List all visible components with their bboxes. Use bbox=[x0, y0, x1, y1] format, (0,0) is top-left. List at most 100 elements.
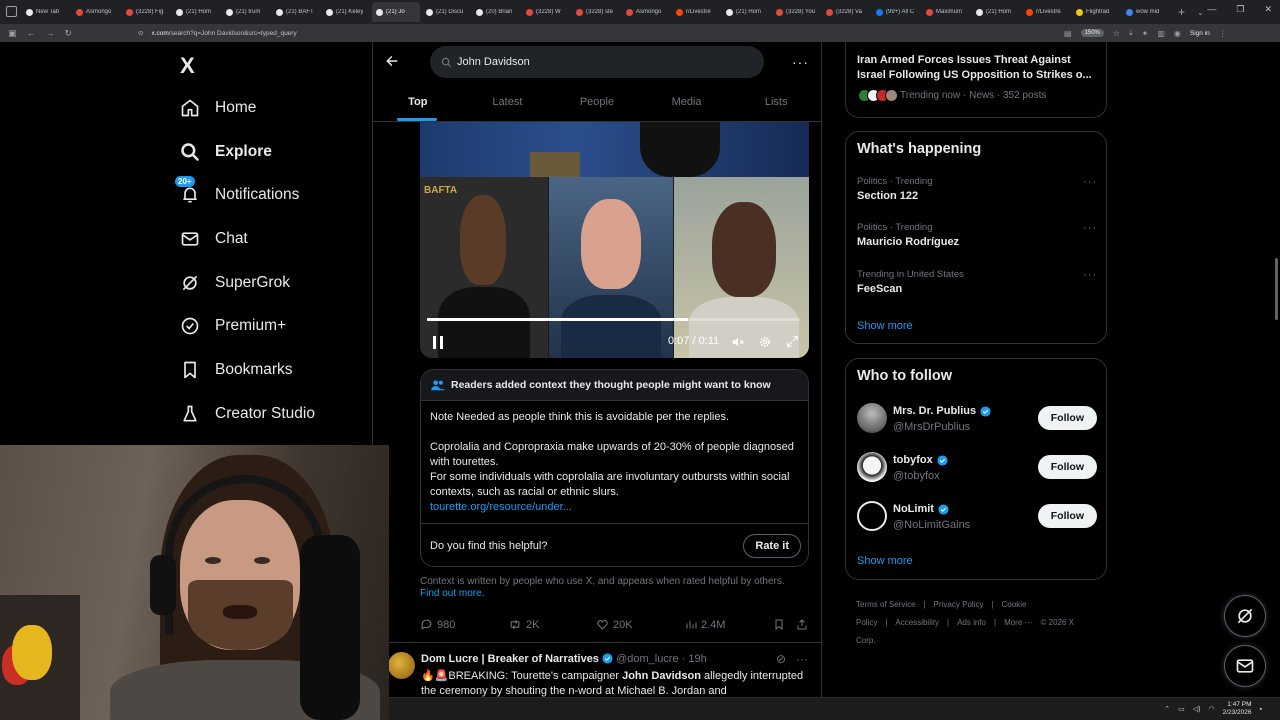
more-options-icon[interactable]: ··· bbox=[1083, 222, 1097, 234]
sidebar-item-notifications[interactable]: 20+ Notifications bbox=[175, 173, 370, 217]
url-field[interactable]: ⊙ x.com/search?q=John Davidson&src=typed… bbox=[134, 26, 1064, 40]
more-options-icon[interactable]: ··· bbox=[1083, 269, 1097, 281]
sidebar-item-bookmarks[interactable]: Bookmarks bbox=[180, 348, 370, 392]
browser-tab[interactable]: Maximum bbox=[922, 2, 970, 22]
follow-suggestion[interactable]: NoLimit @NoLimitGains Follow bbox=[857, 501, 1097, 537]
more-options-icon[interactable]: ··· bbox=[1083, 176, 1097, 188]
tab-people[interactable]: People bbox=[552, 88, 642, 121]
chevron-up-icon[interactable]: ⌃ bbox=[1164, 705, 1170, 713]
pause-icon[interactable] bbox=[432, 336, 444, 349]
avatar[interactable] bbox=[857, 452, 887, 482]
back-icon[interactable]: ← bbox=[27, 28, 36, 39]
follow-suggestion[interactable]: tobyfox @tobyfox Follow bbox=[857, 452, 1097, 488]
follow-button[interactable]: Follow bbox=[1037, 406, 1097, 430]
mute-icon[interactable] bbox=[731, 335, 745, 349]
fullscreen-icon[interactable] bbox=[786, 335, 799, 348]
footer-link[interactable]: Accessibility bbox=[895, 618, 939, 627]
video-player[interactable]: BAFTA 0:07 / 0:11 bbox=[420, 122, 809, 358]
browser-tab[interactable]: (21) BAFT bbox=[272, 2, 320, 22]
extensions-icon[interactable]: ✦ bbox=[1142, 29, 1149, 38]
sidebar-item-supergrok[interactable]: SuperGrok bbox=[180, 261, 370, 305]
maximize-icon[interactable]: ❐ bbox=[1236, 4, 1244, 15]
network-icon[interactable]: ▭ bbox=[1178, 705, 1185, 713]
find-out-more-link[interactable]: Find out more. bbox=[420, 588, 810, 600]
browser-tab[interactable]: wow mid bbox=[1122, 2, 1170, 22]
browser-tab[interactable]: (3228) ste bbox=[572, 2, 620, 22]
browser-menu-icon[interactable]: ⋮ bbox=[1219, 29, 1227, 38]
video-progress-bar[interactable] bbox=[427, 318, 800, 321]
share-button[interactable] bbox=[796, 618, 808, 631]
browser-tab[interactable]: (21) Discu bbox=[422, 2, 470, 22]
trend-item[interactable]: Politics · Trending Mauricio Rodríguez ·… bbox=[857, 222, 1097, 248]
footer-link[interactable]: Terms of Service bbox=[856, 600, 916, 609]
star-icon[interactable]: ☆ bbox=[1113, 29, 1120, 38]
sidebar-item-chat[interactable]: Chat bbox=[180, 217, 370, 261]
download-icon[interactable]: ⤓ bbox=[1129, 28, 1133, 38]
browser-tab[interactable]: (21) trum bbox=[222, 2, 270, 22]
browser-tab[interactable]: (99+) All C bbox=[872, 2, 920, 22]
bookmark-button[interactable] bbox=[773, 618, 785, 631]
tab-actions-icon[interactable] bbox=[6, 6, 17, 17]
browser-tab[interactable]: (21) Hom bbox=[172, 2, 220, 22]
reply-button[interactable]: 980 bbox=[420, 618, 455, 631]
forward-icon[interactable]: → bbox=[46, 28, 55, 39]
post-author-handle[interactable]: @dom_lucre bbox=[616, 653, 679, 665]
wifi-icon[interactable]: ◠ bbox=[1208, 705, 1214, 713]
browser-tab[interactable]: (21) Hom bbox=[972, 2, 1020, 22]
split-view-icon[interactable]: ▥ bbox=[1157, 29, 1165, 38]
browser-tab[interactable]: Flightrad bbox=[1072, 2, 1120, 22]
browser-tab[interactable]: r/Livestre bbox=[1022, 2, 1070, 22]
browser-tab[interactable]: (3228) Fig bbox=[122, 2, 170, 22]
sidebar-item-home[interactable]: Home bbox=[180, 86, 370, 130]
more-options-icon[interactable]: ··· bbox=[796, 652, 808, 666]
footer-link[interactable]: Ads info bbox=[957, 618, 986, 627]
repost-button[interactable]: 2K bbox=[508, 618, 539, 631]
trending-news-card[interactable]: Iran Armed Forces Issues Threat Against … bbox=[845, 42, 1107, 118]
browser-tab[interactable]: (3228) W bbox=[522, 2, 570, 22]
close-window-icon[interactable]: ✕ bbox=[1264, 4, 1272, 15]
sidebar-item-explore[interactable]: Explore bbox=[180, 130, 370, 174]
avatar[interactable] bbox=[857, 403, 887, 433]
sidebar-item-premium[interactable]: Premium+ bbox=[180, 304, 370, 348]
footer-link[interactable]: More ··· bbox=[1004, 618, 1032, 627]
x-logo[interactable]: X bbox=[180, 53, 195, 79]
show-more-link[interactable]: Show more bbox=[857, 555, 913, 567]
avatar[interactable] bbox=[857, 501, 887, 531]
browser-tab[interactable]: (20) Brian bbox=[472, 2, 520, 22]
grok-fab[interactable] bbox=[1224, 595, 1266, 637]
show-more-link[interactable]: Show more bbox=[857, 320, 913, 332]
browser-tab[interactable]: Asmongo bbox=[72, 2, 120, 22]
tab-top[interactable]: Top bbox=[373, 88, 463, 121]
clock[interactable]: 1:47 PM 2/23/2026 bbox=[1223, 701, 1252, 717]
like-button[interactable]: 20K bbox=[596, 618, 633, 631]
browser-tab[interactable]: (3228) Va bbox=[822, 2, 870, 22]
follow-button[interactable]: Follow bbox=[1037, 455, 1097, 479]
zoom-level[interactable]: 150% bbox=[1080, 29, 1104, 37]
notification-icon[interactable]: ▪ bbox=[1260, 706, 1262, 713]
trend-item[interactable]: Politics · Trending Section 122 ··· bbox=[857, 176, 1097, 202]
post-time[interactable]: · 19h bbox=[682, 653, 707, 665]
search-input[interactable]: John Davidson bbox=[430, 46, 764, 78]
browser-tab[interactable]: r/Livestre bbox=[672, 2, 720, 22]
scrollbar[interactable] bbox=[1275, 258, 1278, 320]
reader-icon[interactable]: ▤ bbox=[1064, 29, 1072, 38]
tab-media[interactable]: Media bbox=[642, 88, 732, 121]
rate-it-button[interactable]: Rate it bbox=[743, 534, 801, 558]
trend-item[interactable]: Trending in United States FeeScan ··· bbox=[857, 269, 1097, 295]
browser-tab[interactable]: (21) Jo bbox=[372, 2, 420, 22]
tab-search-icon[interactable]: ⌄ bbox=[1197, 8, 1204, 17]
minimize-icon[interactable]: — bbox=[1207, 4, 1216, 15]
sidebar-toggle-icon[interactable]: ▣ bbox=[8, 28, 17, 39]
site-info-icon[interactable]: ⊙ bbox=[138, 29, 143, 37]
browser-tab[interactable]: (3228) You bbox=[772, 2, 820, 22]
post-author-name[interactable]: Dom Lucre | Breaker of Narratives bbox=[421, 653, 599, 665]
browser-tab[interactable]: Asmongo bbox=[622, 2, 670, 22]
views-button[interactable]: 2.4M bbox=[685, 618, 725, 631]
grok-icon[interactable]: ⊘ bbox=[776, 652, 786, 666]
footer-link[interactable]: Privacy Policy bbox=[934, 600, 984, 609]
settings-icon[interactable] bbox=[758, 335, 772, 349]
profile-icon[interactable]: ◉ bbox=[1174, 29, 1181, 38]
note-source-link[interactable]: tourette.org/resource/under... bbox=[430, 500, 799, 515]
avatar[interactable] bbox=[388, 652, 415, 679]
tab-lists[interactable]: Lists bbox=[731, 88, 821, 121]
